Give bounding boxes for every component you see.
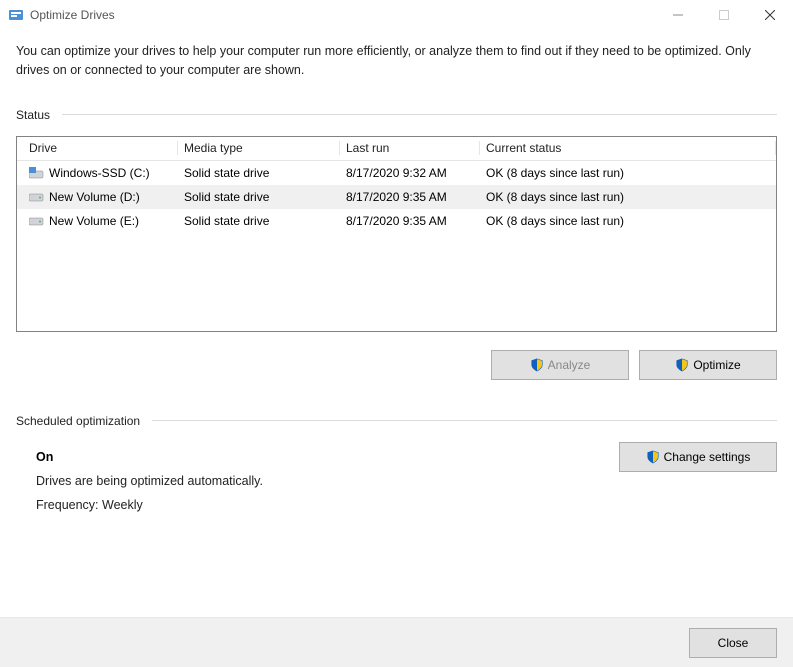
- drive-icon: [29, 215, 45, 227]
- drive-name: New Volume (E:): [49, 214, 139, 228]
- minimize-button[interactable]: [655, 0, 701, 30]
- drive-media: Solid state drive: [178, 214, 340, 228]
- divider: [152, 420, 777, 421]
- optimize-button[interactable]: Optimize: [639, 350, 777, 380]
- scheduled-freq: Frequency: Weekly: [36, 498, 777, 512]
- scheduled-section-header: Scheduled optimization: [16, 414, 777, 428]
- drive-name: Windows-SSD (C:): [49, 166, 150, 180]
- drive-status: OK (8 days since last run): [480, 166, 776, 180]
- scheduled-body: Change settings On Drives are being opti…: [16, 442, 777, 512]
- drive-status: OK (8 days since last run): [480, 190, 776, 204]
- maximize-button[interactable]: [701, 0, 747, 30]
- status-label: Status: [16, 108, 50, 122]
- close-button[interactable]: [747, 0, 793, 30]
- drive-media: Solid state drive: [178, 190, 340, 204]
- window-controls: [655, 0, 793, 30]
- status-section-header: Status: [16, 108, 777, 122]
- col-status[interactable]: Current status: [480, 141, 776, 155]
- analyze-label: Analyze: [548, 358, 591, 372]
- drive-media: Solid state drive: [178, 166, 340, 180]
- window-title: Optimize Drives: [30, 8, 655, 22]
- change-settings-button[interactable]: Change settings: [619, 442, 777, 472]
- drive-last-run: 8/17/2020 9:35 AM: [340, 190, 480, 204]
- col-drive[interactable]: Drive: [23, 141, 178, 155]
- drive-last-run: 8/17/2020 9:35 AM: [340, 214, 480, 228]
- app-icon: [8, 7, 24, 23]
- shield-icon: [530, 358, 544, 372]
- table-row[interactable]: New Volume (D:) Solid state drive8/17/202…: [17, 185, 776, 209]
- col-last[interactable]: Last run: [340, 141, 480, 155]
- drive-icon: [29, 191, 45, 203]
- shield-icon: [646, 450, 660, 464]
- footer: Close: [0, 617, 793, 667]
- optimize-label: Optimize: [693, 358, 740, 372]
- drive-last-run: 8/17/2020 9:32 AM: [340, 166, 480, 180]
- shield-icon: [675, 358, 689, 372]
- table-row[interactable]: Windows-SSD (C:) Solid state drive8/17/20…: [17, 161, 776, 185]
- drive-name: New Volume (D:): [49, 190, 140, 204]
- divider: [62, 114, 777, 115]
- analyze-button: Analyze: [491, 350, 629, 380]
- drive-icon: [29, 167, 45, 179]
- change-settings-label: Change settings: [664, 450, 751, 464]
- table-row[interactable]: New Volume (E:) Solid state drive8/17/202…: [17, 209, 776, 233]
- col-media[interactable]: Media type: [178, 141, 340, 155]
- description-text: You can optimize your drives to help you…: [16, 42, 777, 80]
- table-header: Drive Media type Last run Current status: [17, 137, 776, 161]
- titlebar: Optimize Drives: [0, 0, 793, 30]
- scheduled-label: Scheduled optimization: [16, 414, 140, 428]
- drives-table[interactable]: Drive Media type Last run Current status…: [16, 136, 777, 332]
- scheduled-desc: Drives are being optimized automatically…: [36, 474, 777, 488]
- drive-status: OK (8 days since last run): [480, 214, 776, 228]
- close-label: Close: [718, 636, 749, 650]
- close-dialog-button[interactable]: Close: [689, 628, 777, 658]
